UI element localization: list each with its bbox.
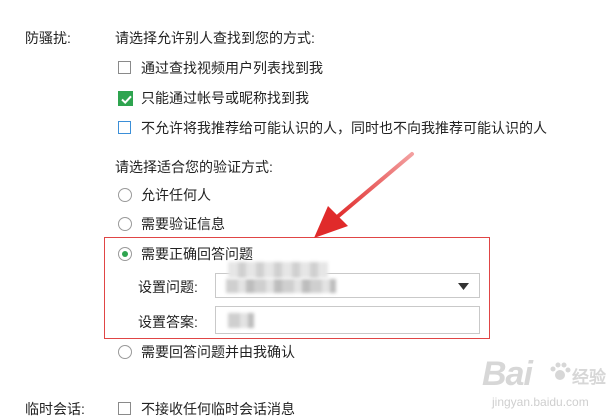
checkmark-icon [121, 95, 132, 105]
verify-option-message[interactable]: 需要验证信息 [118, 215, 318, 235]
find-option-label: 通过查找视频用户列表找到我 [141, 60, 323, 76]
radio-button[interactable] [118, 345, 132, 359]
radio-button[interactable] [118, 217, 132, 231]
redacted-answer [228, 313, 254, 328]
answer-label: 设置答案: [138, 314, 198, 330]
find-method-prompt: 请选择允许别人查找到您的方式: [115, 30, 315, 46]
find-option-video-list[interactable]: 通过查找视频用户列表找到我 [118, 59, 598, 79]
find-option-label: 不允许将我推荐给可能认识的人，同时也不向我推荐可能认识的人 [141, 120, 547, 136]
watermark-text: Bai [482, 355, 533, 393]
verify-option-label: 需要回答问题并由我确认 [141, 344, 295, 360]
paw-icon [550, 362, 571, 380]
question-label: 设置问题: [138, 279, 198, 295]
verify-option-answer-confirm[interactable]: 需要回答问题并由我确认 [118, 343, 358, 363]
anti-harass-label: 防骚扰: [25, 30, 71, 46]
checkbox[interactable] [118, 61, 131, 74]
annotation-arrow-icon [314, 152, 414, 238]
temp-chat-option[interactable]: 不接收任何临时会话消息 [118, 400, 358, 420]
find-option-no-recommend[interactable]: 不允许将我推荐给可能认识的人，同时也不向我推荐可能认识的人 [118, 119, 598, 139]
radio-button[interactable] [118, 188, 132, 202]
watermark-logo-text: 经验 [572, 368, 606, 387]
verify-method-prompt: 请选择适合您的验证方式: [115, 159, 273, 175]
radio-button-selected[interactable] [118, 247, 132, 261]
verify-option-label: 需要验证信息 [141, 216, 225, 232]
verify-option-anyone[interactable]: 允许任何人 [118, 186, 318, 206]
checkbox[interactable] [118, 121, 131, 134]
answer-input[interactable] [215, 306, 480, 334]
triangle-down-icon[interactable] [458, 283, 469, 290]
checkbox-checked[interactable] [118, 91, 133, 106]
verify-option-label: 需要正确回答问题 [141, 246, 253, 262]
find-option-label: 只能通过帐号或昵称找到我 [141, 90, 309, 106]
redaction-blur [228, 262, 328, 278]
watermark-url: jingyan.baidu.com [492, 395, 589, 409]
verify-option-label: 允许任何人 [141, 187, 211, 203]
find-option-account-nickname[interactable]: 只能通过帐号或昵称找到我 [118, 89, 598, 109]
redacted-question [226, 279, 336, 293]
temp-chat-option-label: 不接收任何临时会话消息 [141, 401, 295, 417]
checkbox[interactable] [118, 402, 131, 415]
temp-chat-label: 临时会话: [25, 401, 85, 417]
